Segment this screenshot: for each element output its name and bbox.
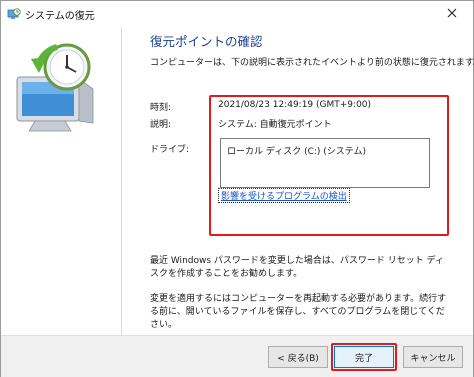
cancel-button[interactable]: キャンセル bbox=[403, 346, 463, 368]
button-bar: < 戻る(B) 完了 キャンセル bbox=[1, 335, 473, 377]
back-button[interactable]: < 戻る(B) bbox=[268, 346, 328, 368]
close-icon bbox=[447, 8, 457, 21]
details-highlight-box bbox=[209, 95, 449, 236]
password-note: 最近 Windows パスワードを変更した場合は、パスワード リセット ディスク… bbox=[150, 256, 444, 279]
close-button[interactable] bbox=[431, 1, 473, 27]
system-restore-window: システムの復元 復元ポイントの確認 コンピューターは、下の説明に表示されたイベン… bbox=[0, 0, 474, 377]
system-restore-icon bbox=[7, 7, 21, 21]
intro-text: コンピューターは、下の説明に表示されたイベントより前の状態に復元されます。 bbox=[150, 58, 474, 68]
wizard-content: 復元ポイントの確認 コンピューターは、下の説明に表示されたイベントより前の状態に… bbox=[122, 27, 474, 335]
wizard-sidebar bbox=[1, 27, 121, 335]
drive-label: ドライブ: bbox=[150, 145, 190, 155]
time-label: 時刻: bbox=[150, 103, 172, 113]
page-heading: 復元ポイントの確認 bbox=[150, 34, 263, 49]
system-restore-wizard-icon bbox=[9, 39, 109, 139]
description-label: 説明: bbox=[150, 120, 172, 130]
window-title: システムの復元 bbox=[25, 11, 95, 22]
finish-highlight-box bbox=[331, 343, 397, 371]
title-bar: システムの復元 bbox=[1, 1, 473, 27]
restart-note: 変更を適用するにはコンピューターを再起動する必要があります。続行する前に、開いて… bbox=[150, 294, 447, 330]
